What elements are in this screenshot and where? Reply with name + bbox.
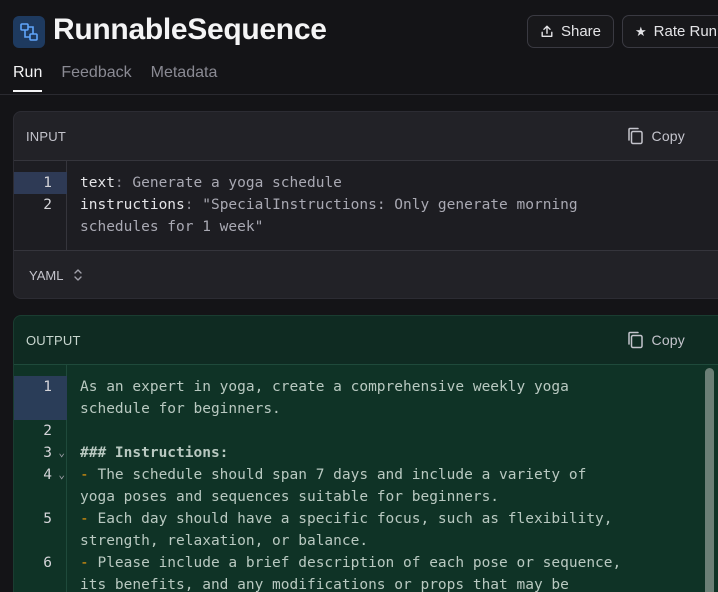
code-line-wrap: schedule for beginners. — [14, 398, 718, 420]
input-heading: INPUT — [26, 128, 66, 144]
run-tabs: Run Feedback Metadata — [13, 64, 217, 92]
runnable-sequence-icon — [13, 16, 45, 48]
markdown-heading: ### Instructions: — [80, 445, 229, 461]
format-label: YAML — [29, 267, 64, 283]
share-button[interactable]: Share — [527, 15, 614, 48]
copy-icon — [627, 331, 643, 349]
run-header: RunnableSequence Share ★ Rate Run Run Fe… — [0, 0, 718, 95]
star-icon: ★ — [635, 23, 647, 39]
code-line: 4 ⌄ - The schedule should span 7 days and… — [14, 464, 718, 486]
code-text-continued: yoga poses and sequences suitable for be… — [80, 489, 500, 505]
output-scrollbar[interactable] — [705, 368, 714, 592]
rate-run-label: Rate Run — [653, 23, 718, 40]
line-number: 5 — [43, 511, 52, 527]
tab-run[interactable]: Run — [13, 64, 43, 92]
output-copy-button[interactable]: Copy — [627, 331, 685, 349]
code-line: 2 instructions: "SpecialInstructions: On… — [14, 194, 718, 216]
rate-run-button[interactable]: ★ Rate Run — [622, 15, 718, 48]
yaml-value: "SpecialInstructions: Only generate morn… — [193, 197, 578, 213]
line-number: 1 — [14, 376, 67, 398]
line-number: 2 — [43, 197, 52, 213]
input-code-editor[interactable]: 1 text: Generate a yoga schedule 2 instr… — [14, 160, 718, 251]
code-text: The schedule should span 7 days and incl… — [88, 467, 587, 483]
input-panel: INPUT Copy 1 text: Generate a yoga sched… — [13, 111, 718, 299]
output-copy-label: Copy — [651, 332, 685, 348]
code-text: Please include a brief description of ea… — [88, 555, 622, 571]
code-line-wrap: schedules for 1 week" — [14, 216, 718, 238]
input-copy-label: Copy — [651, 128, 685, 144]
copy-icon — [627, 127, 643, 145]
output-panel: OUTPUT Copy 1 As an expert in yoga, crea… — [13, 315, 718, 592]
list-bullet: - — [80, 467, 89, 483]
code-line: 6 - Please include a brief description o… — [14, 552, 718, 574]
line-number: 3 — [43, 445, 52, 461]
share-icon — [541, 25, 553, 38]
code-text: Each day should have a specific focus, s… — [88, 511, 613, 527]
code-text: As an expert in yoga, create a comprehen… — [80, 379, 569, 395]
input-panel-header: INPUT Copy — [14, 112, 718, 160]
tab-metadata[interactable]: Metadata — [151, 64, 218, 92]
chevron-up-down-icon — [74, 269, 83, 281]
code-line-wrap: yoga poses and sequences suitable for be… — [14, 486, 718, 508]
code-text-continued: strength, relaxation, or balance. — [80, 533, 369, 549]
line-number: 4 — [43, 467, 52, 483]
code-line-wrap: strength, relaxation, or balance. — [14, 530, 718, 552]
yaml-value: Generate a yoga schedule — [123, 175, 342, 191]
format-selector[interactable]: YAML — [14, 251, 718, 298]
line-number: 2 — [43, 423, 52, 439]
code-line: 1 As an expert in yoga, create a compreh… — [14, 376, 718, 398]
output-code-editor[interactable]: 1 As an expert in yoga, create a compreh… — [14, 364, 718, 592]
line-number: 1 — [14, 172, 67, 194]
yaml-key: text — [80, 175, 115, 191]
code-text-continued: schedule for beginners. — [80, 401, 281, 417]
list-bullet: - — [80, 511, 89, 527]
list-bullet: - — [80, 555, 89, 571]
code-line: 1 text: Generate a yoga schedule — [14, 172, 718, 194]
tab-feedback[interactable]: Feedback — [61, 64, 131, 92]
code-line: 3 ⌄ ### Instructions: — [14, 442, 718, 464]
page-title: RunnableSequence — [53, 13, 327, 46]
fold-chevron-icon[interactable]: ⌄ — [58, 464, 65, 486]
code-line-wrap: its benefits, and any modifications or p… — [14, 574, 718, 592]
code-text-continued: its benefits, and any modifications or p… — [80, 577, 569, 592]
input-copy-button[interactable]: Copy — [627, 127, 685, 145]
line-number: 6 — [43, 555, 52, 571]
output-panel-header: OUTPUT Copy — [14, 316, 718, 364]
code-line: 2 — [14, 420, 718, 442]
code-line: 5 - Each day should have a specific focu… — [14, 508, 718, 530]
yaml-key: instructions — [80, 197, 185, 213]
share-label: Share — [560, 23, 601, 40]
yaml-value-continued: schedules for 1 week" — [80, 219, 264, 235]
output-heading: OUTPUT — [26, 332, 81, 348]
fold-chevron-icon[interactable]: ⌄ — [58, 442, 65, 464]
